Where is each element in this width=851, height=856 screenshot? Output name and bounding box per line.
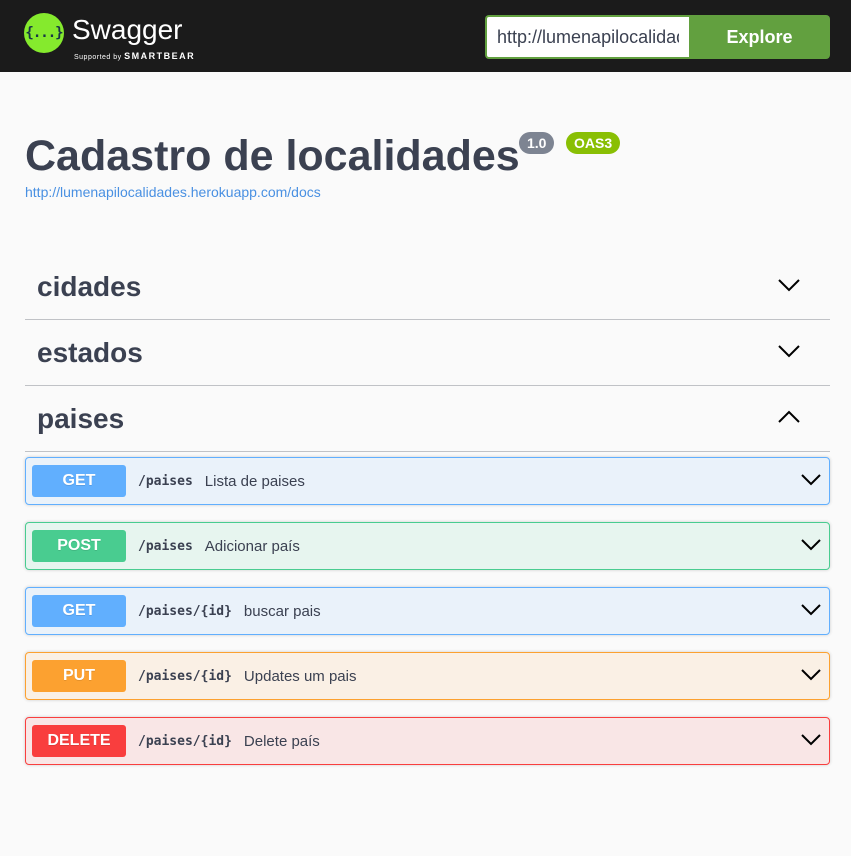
tag-cidades[interactable]: cidades	[25, 254, 830, 320]
tag-paises[interactable]: paises	[25, 386, 830, 452]
tag-label: estados	[37, 336, 143, 368]
logo-glyph: {...}	[25, 25, 63, 41]
version-badge: 1.0	[519, 132, 555, 154]
chevron-down-icon[interactable]	[801, 603, 821, 617]
swagger-logo[interactable]: {...} Swagger Supported by SMARTBEAR	[24, 13, 204, 63]
spec-url-input[interactable]	[485, 15, 689, 59]
page-title: Cadastro de localidades	[25, 132, 520, 180]
chevron-down-icon[interactable]	[801, 473, 821, 487]
brand-name: Swagger	[72, 14, 183, 45]
operation-delete-pais[interactable]: DELETE /paises/{id} Delete país	[25, 717, 830, 765]
brand-tagline: Supported by SMARTBEAR	[74, 51, 195, 61]
tag-estados[interactable]: estados	[25, 320, 830, 386]
tag-label: cidades	[37, 270, 142, 302]
operation-put-pais[interactable]: PUT /paises/{id} Updates um pais	[25, 652, 830, 700]
operation-get-paises[interactable]: GET /paises Lista de paises	[25, 457, 830, 505]
operation-path: /paises	[138, 538, 193, 554]
chevron-down-icon[interactable]	[801, 538, 821, 552]
tag-label: paises	[37, 402, 125, 434]
chevron-up-icon[interactable]	[778, 410, 800, 424]
explore-button[interactable]: Explore	[689, 15, 830, 59]
swagger-logo-icon: {...}	[24, 13, 64, 53]
chevron-down-icon[interactable]	[778, 278, 800, 292]
topbar: {...} Swagger Supported by SMARTBEAR Exp…	[0, 0, 851, 72]
operation-path: /paises/{id}	[138, 603, 232, 619]
method-badge: POST	[32, 530, 126, 562]
operation-path: /paises/{id}	[138, 733, 232, 749]
method-badge: GET	[32, 465, 126, 497]
operation-path: /paises/{id}	[138, 668, 232, 684]
oas-badge: OAS3	[566, 132, 621, 154]
method-badge: DELETE	[32, 725, 126, 757]
operation-summary: Lista de paises	[204, 472, 305, 490]
operation-path: /paises	[138, 473, 193, 489]
chevron-down-icon[interactable]	[778, 344, 800, 358]
supported-by-text: Supported by	[74, 54, 122, 61]
spec-link[interactable]: http://lumenapilocalidades.herokuapp.com…	[25, 184, 321, 200]
chevron-down-icon[interactable]	[801, 668, 821, 682]
operation-summary: Delete país	[243, 732, 320, 750]
operation-get-pais-by-id[interactable]: GET /paises/{id} buscar pais	[25, 587, 830, 635]
operation-post-paises[interactable]: POST /paises Adicionar país	[25, 522, 830, 570]
operation-summary: buscar pais	[243, 602, 321, 620]
method-badge: PUT	[32, 660, 126, 692]
smartbear-text: SMARTBEAR	[124, 51, 196, 61]
operation-summary: Adicionar país	[204, 537, 300, 555]
operation-summary: Updates um pais	[243, 667, 357, 685]
chevron-down-icon[interactable]	[801, 733, 821, 747]
method-badge: GET	[32, 595, 126, 627]
